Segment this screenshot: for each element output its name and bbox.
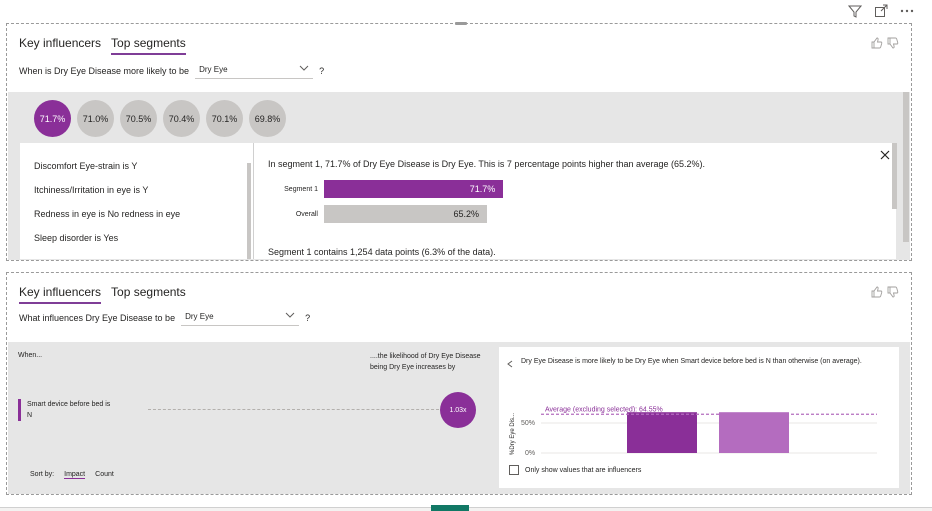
sort-label: Sort by: bbox=[30, 471, 55, 478]
condition-is: is bbox=[92, 233, 104, 243]
resize-handle[interactable] bbox=[455, 22, 467, 25]
tab-key-influencers[interactable]: Key influencers bbox=[19, 36, 101, 55]
segment-detail-card: Discomfort Eye-strain is Y Itchiness/Irr… bbox=[20, 143, 897, 259]
condition-is: is bbox=[96, 209, 108, 219]
key-influencers-visual[interactable]: Key influencers Top segments What influe… bbox=[6, 272, 912, 495]
tab-key-influencers[interactable]: Key influencers bbox=[19, 285, 102, 304]
condition-value: Y bbox=[142, 185, 149, 195]
chart-bar[interactable] bbox=[627, 412, 697, 453]
segment-bubble[interactable]: 70.5% bbox=[120, 100, 157, 137]
thumbs-down-icon[interactable] bbox=[887, 285, 899, 303]
card-scrollbar[interactable] bbox=[892, 143, 897, 209]
selected-indicator bbox=[18, 399, 21, 421]
visual-scrollbar[interactable] bbox=[903, 92, 909, 242]
segment-description: In segment 1, 71.7% of Dry Eye Disease i… bbox=[268, 159, 706, 169]
active-page-tab[interactable] bbox=[431, 505, 469, 511]
filter-icon[interactable] bbox=[848, 4, 862, 18]
y-tick-label: 0% bbox=[525, 450, 535, 457]
segment-bar: 71.7% bbox=[324, 180, 504, 198]
chart-bar[interactable] bbox=[719, 412, 789, 453]
y-axis-label: %Dry Eye Dis... bbox=[510, 413, 516, 455]
dropdown-value: Dry Eye bbox=[199, 65, 228, 74]
condition-value: No redness in eye bbox=[107, 209, 181, 219]
question-mark: ? bbox=[305, 312, 311, 323]
condition-field: Sleep disorder bbox=[34, 233, 93, 243]
sort-controls: Sort by: Impact Count bbox=[30, 471, 114, 479]
target-value-dropdown[interactable]: Dry Eye bbox=[195, 62, 314, 79]
segment-condition: Itchiness/Irritation in eye is Y bbox=[34, 185, 250, 195]
thumbs-down-icon[interactable] bbox=[887, 36, 899, 54]
segment-conditions: Discomfort Eye-strain is Y Itchiness/Irr… bbox=[34, 161, 250, 259]
influencer-label: Smart device before bed is N bbox=[27, 399, 137, 421]
influencer-connector bbox=[148, 409, 444, 410]
sort-impact-option[interactable]: Impact bbox=[64, 471, 86, 479]
condition-is: is bbox=[120, 161, 132, 171]
tab-top-segments[interactable]: Top segments bbox=[111, 285, 186, 304]
only-influencers-toggle[interactable]: Only show values that are influencers bbox=[509, 465, 641, 475]
influencer-condition: Smart device before bed is bbox=[27, 401, 111, 408]
conditions-scrollbar[interactable] bbox=[247, 163, 251, 259]
more-options-icon[interactable] bbox=[900, 4, 914, 18]
y-tick-label: 50% bbox=[521, 420, 535, 427]
condition-field: Redness in eye bbox=[34, 209, 97, 219]
dropdown-value: Dry Eye bbox=[185, 312, 214, 321]
chevron-down-icon bbox=[285, 311, 295, 321]
focus-mode-icon[interactable] bbox=[874, 4, 888, 18]
question-text: What influences Dry Eye Disease to be bbox=[19, 312, 176, 323]
segment-condition: Sleep disorder is Yes bbox=[34, 233, 250, 243]
condition-value: Yes bbox=[103, 233, 119, 243]
bars-group bbox=[627, 412, 789, 453]
top-segments-visual[interactable]: Key influencers Top segments When is Dry… bbox=[6, 22, 912, 261]
segment-bubble[interactable]: 69.8% bbox=[249, 100, 286, 137]
influencer-bar-chart: %Dry Eye Dis... 50% 0% Average (excludin… bbox=[510, 406, 877, 457]
segment-bar-row: Segment 1 71.7% bbox=[268, 180, 504, 198]
bar-value: 71.7% bbox=[469, 184, 496, 194]
condition-field: Discomfort Eye-strain bbox=[34, 161, 121, 171]
close-icon[interactable] bbox=[880, 147, 890, 165]
segment-condition: Redness in eye is No redness in eye bbox=[34, 209, 250, 219]
overall-bar: 65.2% bbox=[324, 205, 487, 223]
bar-label: Overall bbox=[295, 210, 318, 218]
detail-description: Dry Eye Disease is more likely to be Dry… bbox=[521, 358, 862, 365]
segment-condition: Discomfort Eye-strain is Y bbox=[34, 161, 250, 171]
influencer-value: N bbox=[27, 412, 33, 419]
when-label: When... bbox=[18, 352, 43, 359]
condition-field: Itchiness/Irritation in eye bbox=[34, 185, 132, 195]
segment-footer: Segment 1 contains 1,254 data points (6.… bbox=[268, 247, 496, 257]
tab-top-segments[interactable]: Top segments bbox=[111, 36, 186, 55]
segment-bubble[interactable]: 71.0% bbox=[77, 100, 114, 137]
target-value-dropdown[interactable]: Dry Eye bbox=[181, 309, 300, 326]
influencer-detail-card: Dry Eye Disease is more likely to be Dry… bbox=[499, 347, 899, 488]
thumbs-up-icon[interactable] bbox=[871, 36, 883, 54]
segment-bubble[interactable]: 71.7% bbox=[34, 100, 71, 137]
only-influencers-checkbox[interactable] bbox=[509, 465, 519, 475]
likelihood-label: ....the likelihood of Dry Eye Disease be… bbox=[370, 353, 481, 371]
influencers-panel: When... ....the likelihood of Dry Eye Di… bbox=[8, 342, 910, 494]
condition-is: is bbox=[131, 185, 143, 195]
segment-bubbles: 71.7% 71.0% 70.5% 70.4% 70.1% 69.8% bbox=[34, 100, 286, 137]
influencer-factor-bubble[interactable]: 1.03x bbox=[440, 392, 476, 428]
segments-panel: 71.7% 71.0% 70.5% 70.4% 70.1% 69.8% Disc… bbox=[8, 92, 910, 260]
question-mark: ? bbox=[319, 65, 325, 76]
divider bbox=[253, 143, 254, 259]
checkbox-label: Only show values that are influencers bbox=[525, 466, 642, 474]
overall-bar-row: Overall 65.2% bbox=[268, 205, 487, 223]
segment-bubble[interactable]: 70.1% bbox=[206, 100, 243, 137]
back-chevron-icon[interactable] bbox=[507, 355, 513, 373]
influencer-item[interactable]: Smart device before bed is N bbox=[18, 399, 137, 421]
question-text: When is Dry Eye Disease more likely to b… bbox=[19, 65, 190, 76]
thumbs-up-icon[interactable] bbox=[871, 285, 883, 303]
average-label: Average (excluding selected): 64.55% bbox=[545, 406, 663, 413]
sort-count-option[interactable]: Count bbox=[95, 471, 114, 479]
segment-bubble[interactable]: 70.4% bbox=[163, 100, 200, 137]
bar-label: Segment 1 bbox=[284, 185, 318, 193]
condition-value: Y bbox=[131, 161, 138, 171]
chevron-down-icon bbox=[299, 64, 309, 74]
bar-value: 65.2% bbox=[453, 209, 479, 219]
